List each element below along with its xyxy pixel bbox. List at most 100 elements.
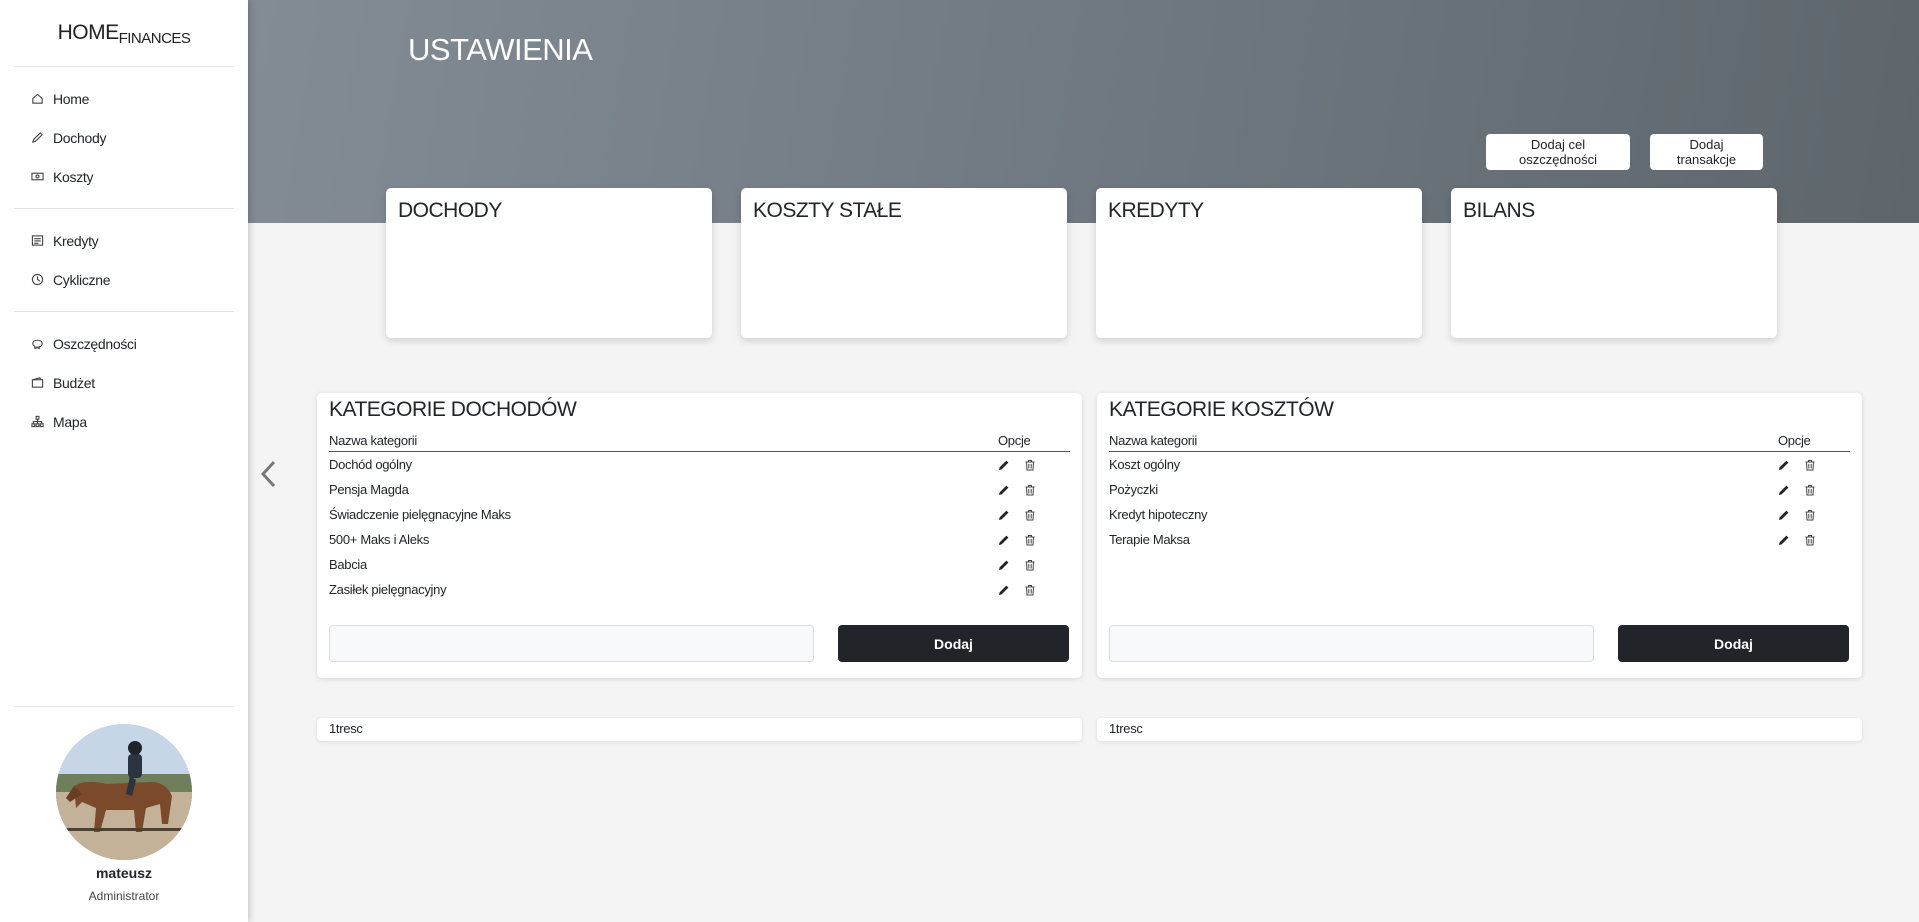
category-name: Babcia [329, 557, 367, 572]
wallet-icon [30, 376, 44, 390]
category-name: Pensja Magda [329, 482, 409, 497]
cash-icon [30, 170, 44, 184]
sidebar-item-mapa[interactable]: Mapa [14, 402, 234, 441]
summary-card-income: DOCHODY [386, 188, 712, 338]
edit-pencil-icon[interactable] [998, 559, 1010, 571]
edit-pencil-icon[interactable] [998, 584, 1010, 596]
trash-icon[interactable] [1804, 509, 1816, 521]
summary-card-balance: BILANS [1451, 188, 1777, 338]
category-name: Dochód ogólny [329, 457, 412, 472]
trash-icon[interactable] [1024, 484, 1036, 496]
edit-pencil-icon[interactable] [998, 459, 1010, 471]
table-header: Nazwa kategorii Opcje [1109, 430, 1850, 452]
summary-card-fixed-costs: KOSZTY STAŁE [741, 188, 1067, 338]
sidebar-item-label: Dochody [53, 129, 107, 146]
edit-pencil-icon[interactable] [998, 534, 1010, 546]
clock-icon [30, 273, 44, 287]
trash-icon[interactable] [1024, 584, 1036, 596]
panel-title: KATEGORIE KOSZTÓW [1109, 398, 1334, 421]
sidebar-item-label: Home [53, 90, 90, 107]
sidebar-item-cykliczne[interactable]: Cykliczne [14, 260, 234, 299]
sidebar-item-label: Kredyty [53, 232, 99, 249]
add-cost-category-button[interactable]: Dodaj [1618, 625, 1849, 662]
summary-card-title: KOSZTY STAŁE [753, 199, 902, 222]
trash-icon[interactable] [1804, 534, 1816, 546]
category-name: Koszt ogólny [1109, 457, 1180, 472]
edit-pencil-icon[interactable] [1778, 509, 1790, 521]
trash-icon[interactable] [1804, 484, 1816, 496]
brand-sub: FINANCES [118, 29, 191, 47]
summary-card-credits: KREDYTY [1096, 188, 1422, 338]
panel-title: KATEGORIE DOCHODÓW [329, 398, 577, 421]
category-name: Pożyczki [1109, 482, 1158, 497]
sidebar-item-koszty[interactable]: Koszty [14, 157, 234, 196]
column-header-name: Nazwa kategorii [329, 433, 417, 448]
piggy-bank-icon [30, 337, 44, 351]
sidebar-item-label: Oszczędności [53, 335, 137, 352]
nav-group-main: Home Dochody Koszty [14, 67, 234, 209]
table-row: Babcia [329, 552, 1070, 577]
category-name: Terapie Maksa [1109, 532, 1190, 547]
trash-icon[interactable] [1024, 534, 1036, 546]
column-header-options: Opcje [1778, 433, 1811, 448]
sidebar-item-label: Budżet [53, 374, 95, 391]
table-row: Świadczenie pielęgnacyjne Maks [329, 502, 1070, 527]
brand-logo[interactable]: HOME FINANCES [14, 0, 234, 67]
sidebar-item-dochody[interactable]: Dochody [14, 118, 234, 157]
category-name: Świadczenie pielęgnacyjne Maks [329, 507, 511, 522]
income-footer-strip: 1tresc [317, 718, 1082, 741]
column-header-options: Opcje [998, 433, 1031, 448]
new-income-category-input[interactable] [329, 625, 814, 662]
page-title: USTAWIENIA [408, 32, 593, 67]
nav-group-credits: Kredyty Cykliczne [14, 209, 234, 312]
table-row: 500+ Maks i Aleks [329, 527, 1070, 552]
table-row: Koszt ogólny [1109, 452, 1850, 477]
new-cost-category-input[interactable] [1109, 625, 1594, 662]
home-icon [30, 92, 44, 106]
back-arrow-icon[interactable] [258, 458, 278, 490]
sidebar-item-kredyty[interactable]: Kredyty [14, 221, 234, 260]
pencil-icon [30, 131, 44, 145]
sidebar: HOME FINANCES Home Dochody Koszty Kredyty… [0, 0, 248, 922]
table-header: Nazwa kategorii Opcje [329, 430, 1070, 452]
summary-card-title: DOCHODY [398, 199, 502, 222]
trash-icon[interactable] [1024, 509, 1036, 521]
edit-pencil-icon[interactable] [1778, 459, 1790, 471]
sidebar-item-label: Mapa [53, 413, 87, 430]
brand-main: HOME [57, 21, 120, 44]
diagram-icon [30, 415, 44, 429]
add-income-category-button[interactable]: Dodaj [838, 625, 1069, 662]
category-name: Kredyt hipoteczny [1109, 507, 1208, 522]
table-row: Dochód ogólny [329, 452, 1070, 477]
sidebar-item-budzet[interactable]: Budżet [14, 363, 234, 402]
sidebar-item-oszczednosci[interactable]: Oszczędności [14, 324, 234, 363]
cost-categories-table: Nazwa kategorii Opcje Koszt ogólny Pożyc… [1109, 430, 1850, 552]
cost-footer-strip: 1tresc [1097, 718, 1862, 741]
table-row: Pożyczki [1109, 477, 1850, 502]
sidebar-item-label: Koszty [53, 168, 94, 185]
cost-categories-panel: KATEGORIE KOSZTÓW Nazwa kategorii Opcje … [1097, 393, 1862, 678]
column-header-name: Nazwa kategorii [1109, 433, 1197, 448]
trash-icon[interactable] [1804, 459, 1816, 471]
edit-pencil-icon[interactable] [1778, 534, 1790, 546]
summary-card-title: KREDYTY [1108, 199, 1204, 222]
trash-icon[interactable] [1024, 459, 1036, 471]
edit-pencil-icon[interactable] [998, 509, 1010, 521]
table-row: Pensja Magda [329, 477, 1070, 502]
table-row: Terapie Maksa [1109, 527, 1850, 552]
category-name: 500+ Maks i Aleks [329, 532, 430, 547]
trash-icon[interactable] [1024, 559, 1036, 571]
sidebar-item-home[interactable]: Home [14, 79, 234, 118]
category-name: Zasiłek pielęgnacyjny [329, 582, 447, 597]
nav-group-planning: Oszczędności Budżet Mapa [14, 312, 234, 453]
edit-pencil-icon[interactable] [1778, 484, 1790, 496]
user-role: Administrator [88, 889, 160, 903]
add-transaction-button[interactable]: Dodaj transakcje [1650, 134, 1763, 170]
avatar[interactable] [56, 724, 192, 860]
add-savings-goal-button[interactable]: Dodaj cel oszczędności [1486, 134, 1630, 170]
newspaper-icon [30, 234, 44, 248]
table-row: Kredyt hipoteczny [1109, 502, 1850, 527]
sidebar-item-label: Cykliczne [53, 271, 111, 288]
user-name: mateusz [95, 865, 153, 881]
edit-pencil-icon[interactable] [998, 484, 1010, 496]
